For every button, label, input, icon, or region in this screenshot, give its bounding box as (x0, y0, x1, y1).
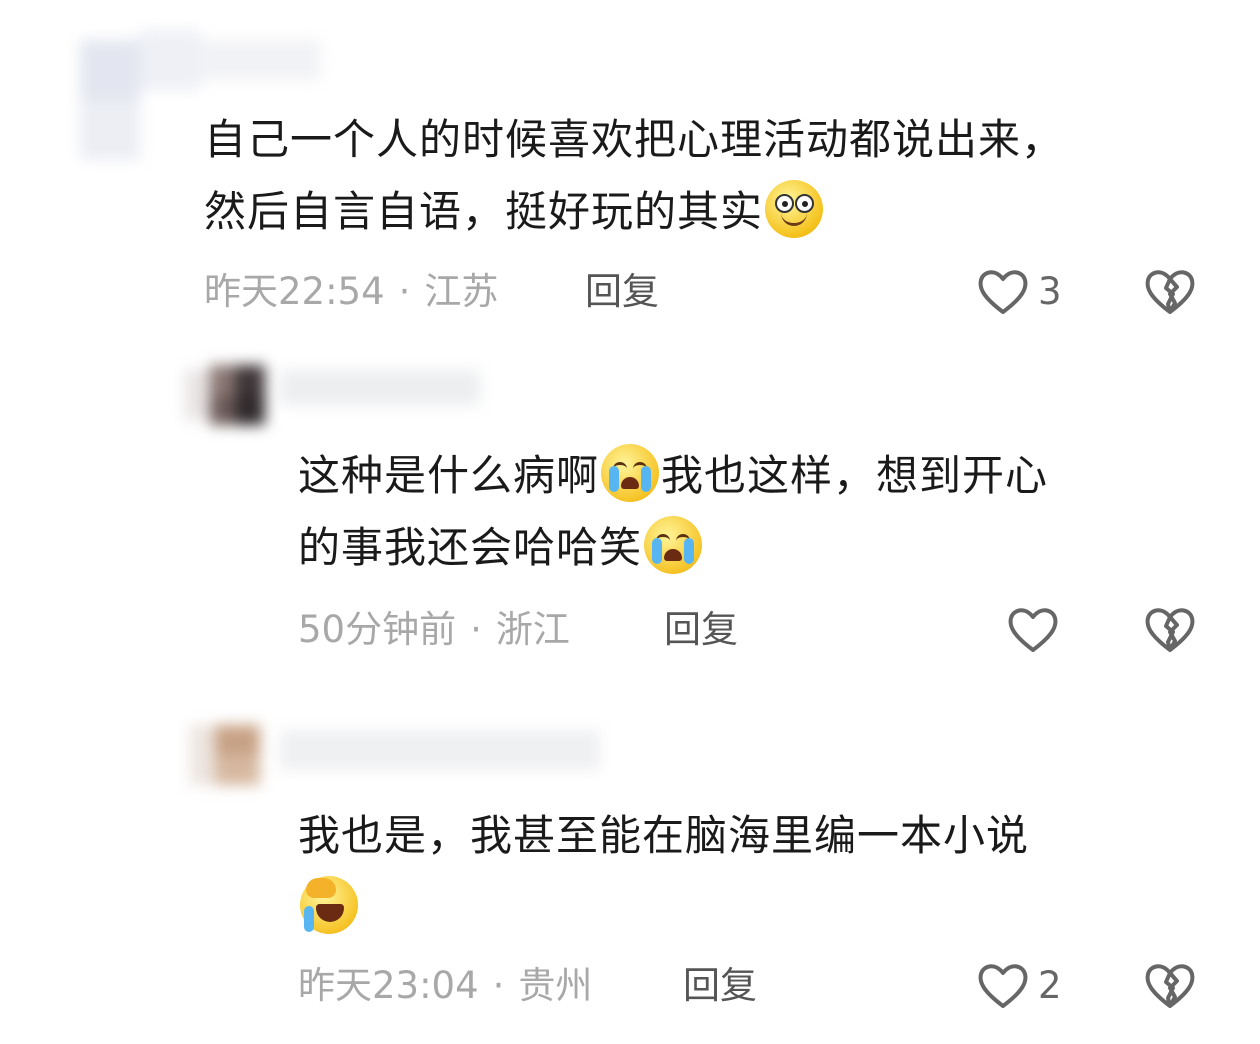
crying-emoji-icon (644, 516, 703, 574)
heart-outline-icon[interactable] (975, 264, 1031, 320)
crying-emoji-icon (601, 444, 660, 502)
broken-heart-icon[interactable] (1142, 958, 1198, 1014)
comment-text: 自己一个人的时候喜欢把心理活动都说出来， 然后自言自语，挺好玩的其实 (204, 115, 1065, 238)
comment-meta: 昨天23:04 · 贵州 (298, 964, 593, 1007)
comment-text: 这种是什么病啊 我也这样，想到开心 的事我还会哈哈笑 (298, 440, 1198, 584)
like-count: 3 (1038, 270, 1062, 313)
reply-button[interactable]: 回复 (585, 264, 659, 320)
avatar-blurred[interactable] (180, 705, 640, 805)
comment-meta: 50分钟前 · 浙江 (298, 608, 570, 651)
smile-emoji-icon (765, 180, 824, 238)
heart-outline-icon[interactable] (975, 958, 1031, 1014)
broken-heart-icon[interactable] (1142, 602, 1198, 658)
heart-outline-icon[interactable] (1005, 602, 1061, 658)
broken-heart-icon[interactable] (1142, 264, 1198, 320)
laughing-crying-emoji-icon (300, 876, 358, 934)
reply-button[interactable]: 回复 (683, 958, 757, 1014)
comment-text: 我也是，我甚至能在脑海里编一本小说 (298, 800, 1198, 944)
like-count: 2 (1038, 964, 1062, 1007)
reply-button[interactable]: 回复 (664, 602, 738, 658)
comment-meta: 昨天22:54 · 江苏 (204, 270, 499, 313)
